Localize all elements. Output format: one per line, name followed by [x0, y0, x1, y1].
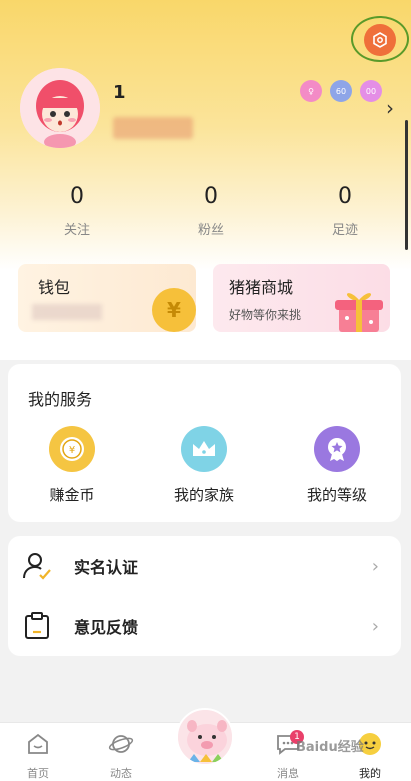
settings-icon — [373, 32, 387, 48]
chevron-right-icon[interactable]: › — [386, 96, 394, 120]
stat-value: 0 — [70, 184, 84, 209]
user-verify-icon — [23, 553, 51, 580]
wallet-balance-blurred — [32, 304, 102, 320]
gift-box-icon — [335, 293, 383, 332]
service-label: 我的家族 — [173, 486, 234, 504]
gender-badge-icon: ♀ — [300, 80, 322, 102]
cartoon-girl-avatar-icon — [20, 68, 100, 148]
stat-label: 粉丝 — [197, 223, 224, 238]
services-title: 我的服务 — [28, 390, 93, 409]
tab-moments[interactable]: 动态 — [96, 731, 146, 781]
home-icon — [28, 733, 48, 754]
settings-button[interactable] — [364, 24, 396, 56]
shop-title: 猪猪商城 — [229, 278, 294, 297]
feedback-icon — [25, 612, 49, 639]
user-id-blurred — [113, 117, 193, 139]
shop-card[interactable]: 猪猪商城 好物等你来挑 — [213, 264, 390, 332]
wealth-badge-icon: 00 — [360, 80, 382, 102]
list-item-real-name-verification[interactable]: 实名认证 › — [8, 536, 401, 596]
svg-text:¥: ¥ — [69, 445, 75, 456]
list-item-label: 实名认证 — [74, 558, 139, 577]
service-my-level[interactable]: 我的等级 — [292, 426, 382, 505]
stat-value: 0 — [338, 184, 352, 209]
username: 1 — [113, 82, 126, 103]
coin-icon: ¥ — [49, 426, 95, 472]
stat-footprint[interactable]: 0 足迹 — [305, 184, 385, 238]
tab-label: 消息 — [277, 767, 299, 780]
stat-label: 关注 — [63, 223, 90, 238]
service-label: 我的等级 — [306, 486, 367, 504]
coin-icon: ¥ — [152, 288, 196, 332]
service-my-family[interactable]: 我的家族 — [159, 426, 249, 505]
tab-home[interactable]: 首页 — [13, 731, 63, 781]
center-pig-button[interactable] — [176, 708, 234, 766]
wallet-title: 钱包 — [38, 278, 71, 297]
avatar[interactable] — [20, 68, 100, 148]
user-badges[interactable]: ♀ 60 00 — [300, 80, 382, 102]
crown-icon — [181, 426, 227, 472]
list-item-feedback[interactable]: 意见反馈 › — [8, 596, 401, 656]
wallet-card[interactable]: 钱包 ¥ — [18, 264, 196, 332]
planet-icon — [108, 735, 134, 753]
level-badge-icon — [314, 426, 360, 472]
stat-fans[interactable]: 0 粉丝 — [171, 184, 251, 238]
stat-following[interactable]: 0 关注 — [37, 184, 117, 238]
service-label: 赚金币 — [49, 486, 95, 504]
shop-subtitle: 好物等你来挑 — [229, 308, 302, 322]
tab-label: 动态 — [110, 767, 132, 780]
chevron-right-icon: › — [371, 555, 379, 577]
level-badge-icon: 60 — [330, 80, 352, 102]
stat-value: 0 — [204, 184, 218, 209]
service-earn-coins[interactable]: ¥ 赚金币 — [27, 426, 117, 505]
services-card: 我的服务 ¥ 赚金币 我的家族 我的等级 — [8, 364, 401, 522]
tab-label: 首页 — [27, 767, 49, 780]
settings-list-card: 实名认证 › 意见反馈 › — [8, 536, 401, 656]
watermark: Baidu经验 — [296, 740, 364, 755]
scrollbar[interactable] — [405, 120, 408, 250]
tab-label: 我的 — [359, 767, 381, 780]
chevron-right-icon: › — [371, 615, 379, 637]
stat-label: 足迹 — [331, 223, 358, 238]
list-item-label: 意见反馈 — [74, 618, 139, 637]
